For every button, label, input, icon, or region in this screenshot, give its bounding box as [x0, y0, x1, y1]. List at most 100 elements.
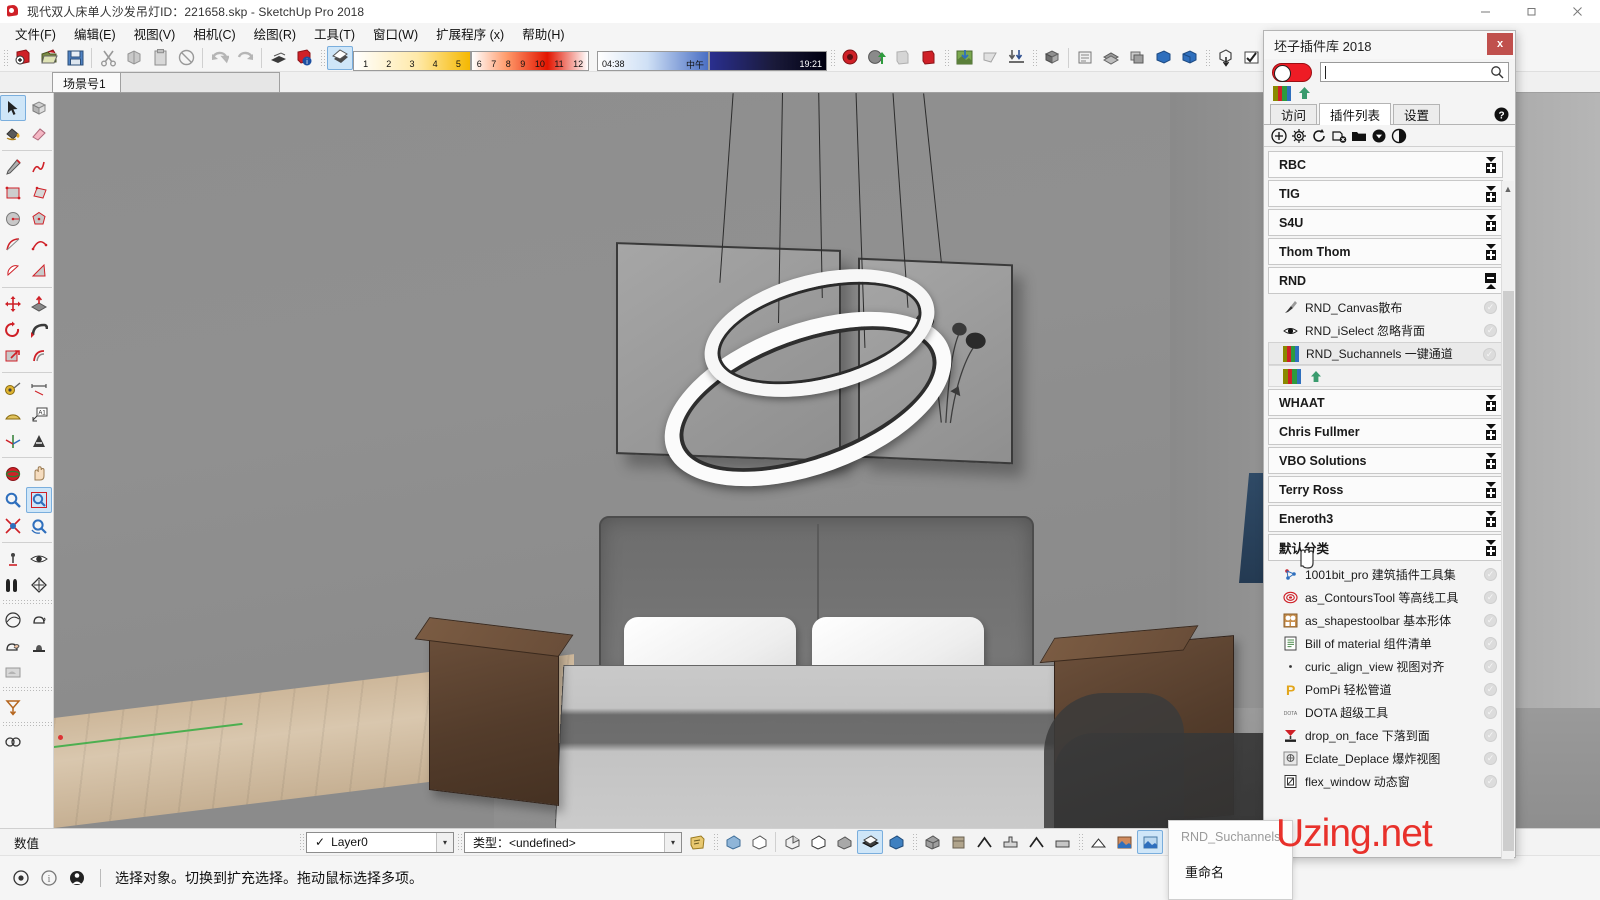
toolbar-grip[interactable] — [1031, 47, 1037, 68]
drop-on-face-icon[interactable] — [0, 694, 26, 720]
category-whaat[interactable]: WHAAT — [1268, 389, 1503, 416]
close-button[interactable] — [1554, 0, 1600, 23]
toolbar-grip[interactable] — [2, 47, 8, 68]
toolbar-grip[interactable] — [911, 832, 917, 852]
plugin-item-drop-on-face[interactable]: drop_on_face 下落到面 ✓ — [1268, 724, 1503, 747]
styles-icon[interactable] — [837, 46, 863, 70]
category-expand-button[interactable] — [1482, 243, 1499, 261]
protractor-icon[interactable] — [0, 402, 26, 428]
search-input[interactable] — [1320, 62, 1509, 82]
polygon-icon[interactable] — [26, 206, 52, 232]
outliner-icon[interactable] — [1072, 46, 1098, 70]
plugin-rename-popup[interactable]: RND_Suchannels 重命名 — [1168, 820, 1293, 900]
scene-tab-empty[interactable] — [119, 72, 280, 92]
add-location-icon[interactable] — [951, 46, 977, 70]
search-icon[interactable] — [1490, 65, 1504, 79]
type-dropdown[interactable]: 类型：<undefined> ▾ — [464, 831, 682, 853]
category-expand-button[interactable] — [1482, 423, 1499, 441]
arc-3point-icon[interactable] — [26, 232, 52, 258]
print-icon[interactable] — [265, 46, 291, 70]
solid-tools-icon[interactable] — [1212, 46, 1238, 70]
verify-icon[interactable] — [1238, 46, 1264, 70]
redo-icon[interactable] — [232, 46, 258, 70]
plugin-item-bill-of-material[interactable]: Bill of material 组件清单 ✓ — [1268, 632, 1503, 655]
eraser-icon[interactable] — [26, 121, 52, 147]
plugin-item-rnd-iselect[interactable]: RND_iSelect 忽略背面 ✓ — [1268, 319, 1503, 342]
panel-power-toggle[interactable] — [1272, 62, 1312, 82]
shaded-icon[interactable] — [779, 830, 805, 854]
menu-window[interactable]: 窗口(W) — [364, 22, 427, 45]
vcb-grip[interactable] — [456, 832, 462, 852]
zoom-window-icon[interactable] — [26, 487, 52, 513]
scale-icon[interactable] — [0, 343, 26, 369]
arc-tangent-icon[interactable] — [26, 258, 52, 284]
top-view-icon[interactable] — [945, 830, 971, 854]
sandbox-from-contours-icon[interactable] — [0, 607, 26, 633]
category-expand-button[interactable] — [1482, 185, 1499, 203]
monochrome-icon[interactable] — [831, 830, 857, 854]
text-icon[interactable]: A1 — [26, 402, 52, 428]
plugin-enabled-check[interactable]: ✓ — [1484, 706, 1497, 719]
toolbar-grip[interactable] — [1077, 832, 1083, 852]
solid-tools-icon[interactable] — [0, 729, 26, 755]
folder-icon[interactable] — [1350, 127, 1367, 144]
plugin-item-flex-window[interactable]: flex_window 动态窗 ✓ — [1268, 770, 1503, 793]
pan-icon[interactable] — [26, 461, 52, 487]
toolbar-grip[interactable] — [2, 599, 52, 606]
terrain-drop-icon[interactable] — [1003, 46, 1029, 70]
shadow-time-slider-pm[interactable]: 19:21 — [709, 50, 827, 71]
dimension-icon[interactable] — [26, 376, 52, 402]
category-expand-button[interactable] — [1482, 156, 1499, 174]
offset-icon[interactable] — [26, 343, 52, 369]
open-icon[interactable] — [36, 46, 62, 70]
drape-icon[interactable] — [0, 659, 26, 685]
chevron-down-icon[interactable]: ▾ — [664, 832, 681, 852]
vcb-grip[interactable] — [298, 832, 304, 852]
hidden-line-icon[interactable] — [746, 830, 772, 854]
move-icon[interactable] — [0, 291, 26, 317]
plugin-enabled-check[interactable]: ✓ — [1484, 591, 1497, 604]
shadow-time-slider-am[interactable]: 04:38 中午 — [597, 50, 709, 71]
cut-icon[interactable] — [95, 46, 121, 70]
rectangle-icon[interactable] — [0, 180, 26, 206]
layer-dropdown[interactable]: ✓ Layer0 ▾ — [306, 831, 454, 853]
plugin-enabled-check[interactable]: ✓ — [1484, 324, 1497, 337]
vcb-grip[interactable] — [712, 832, 718, 852]
pie-icon[interactable] — [0, 258, 26, 284]
stamp-icon[interactable] — [26, 633, 52, 659]
credits-icon[interactable] — [12, 869, 30, 887]
plugin-item-1001bit-pro[interactable]: 1001bit_pro 建筑插件工具集 ✓ — [1268, 563, 1503, 586]
perspective-icon[interactable] — [1085, 830, 1111, 854]
collapse-all-icon[interactable] — [1370, 127, 1387, 144]
shadows-panel-icon[interactable] — [1150, 46, 1176, 70]
pushpull-icon[interactable] — [26, 291, 52, 317]
freehand-icon[interactable] — [26, 154, 52, 180]
circle-icon[interactable] — [0, 206, 26, 232]
look-around-icon[interactable] — [26, 546, 52, 572]
front-view-icon[interactable] — [971, 830, 997, 854]
plugin-enabled-check[interactable]: ✓ — [1484, 775, 1497, 788]
plugin-enabled-check[interactable]: ✓ — [1484, 614, 1497, 627]
toolbar-grip[interactable] — [829, 47, 835, 68]
style-gray-icon[interactable] — [889, 46, 915, 70]
category-collapse-button[interactable] — [1482, 272, 1499, 290]
shadow-gradient-late[interactable]: 6 7 8 9 10 11 12 — [471, 50, 589, 71]
category-tig[interactable]: TIG — [1268, 180, 1503, 207]
maximize-button[interactable] — [1508, 0, 1554, 23]
plugin-enabled-check[interactable]: ✓ — [1484, 568, 1497, 581]
section-plane-icon[interactable] — [26, 572, 52, 598]
scroll-up-arrow[interactable]: ▲ — [1502, 181, 1514, 196]
toolbar-grip[interactable] — [943, 47, 949, 68]
category-expand-button[interactable] — [1482, 481, 1499, 499]
photo-texture-icon[interactable] — [977, 46, 1003, 70]
shadow-toggle-icon[interactable] — [327, 45, 353, 70]
panel-close-button[interactable]: x — [1487, 33, 1513, 55]
plugin-item-rnd-suchannels[interactable]: RND_Suchannels 一键通道 ✓ — [1268, 342, 1503, 365]
style-update-icon[interactable] — [863, 46, 889, 70]
menu-extensions[interactable]: 扩展程序 (x) — [427, 22, 513, 45]
upload-arrow-icon[interactable] — [1298, 86, 1311, 100]
shaded-texture-icon[interactable] — [805, 830, 831, 854]
right-view-icon[interactable] — [997, 830, 1023, 854]
gear-icon[interactable] — [1290, 127, 1307, 144]
paste-icon[interactable] — [147, 46, 173, 70]
